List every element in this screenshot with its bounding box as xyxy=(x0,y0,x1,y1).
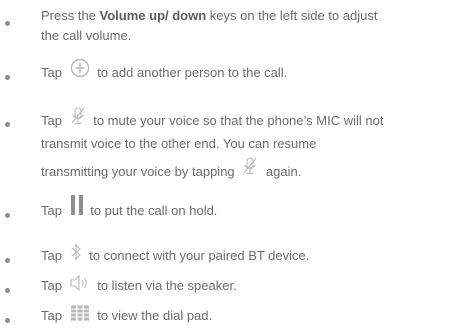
text-segment: to add another person to the call. xyxy=(97,65,288,80)
item-text: Tap to add another person to the call. xyxy=(41,58,465,84)
bullet xyxy=(5,21,10,26)
text-segment: Tap xyxy=(41,113,62,128)
speaker-icon xyxy=(70,274,90,297)
text-line: transmitting your voice by tapping again… xyxy=(41,157,302,184)
bluetooth-icon xyxy=(70,243,82,267)
text-segment: Tap xyxy=(41,308,62,323)
add-person-icon xyxy=(70,58,90,84)
bullet xyxy=(5,122,10,127)
bullet xyxy=(5,213,10,218)
text-segment: to mute your voice so that the phone’s M… xyxy=(93,113,384,128)
mute-mic-icon xyxy=(242,157,258,183)
text-segment: Tap xyxy=(41,278,62,293)
item-text: Tap to put the call on hold. xyxy=(41,194,465,222)
item-text: Press the Volume up/ down keys on the le… xyxy=(41,6,465,46)
text-segment: Tap xyxy=(41,248,62,263)
text-segment: the call volume. xyxy=(41,28,132,43)
bullet xyxy=(5,318,10,323)
text-segment: to listen via the speaker. xyxy=(97,278,237,293)
bullet xyxy=(5,75,10,80)
item-text: Tap to connect with your paired BT devic… xyxy=(41,243,465,267)
dial-pad-icon xyxy=(70,305,90,327)
text-segment: Tap xyxy=(41,65,62,80)
item-text: Tap to mute your voice so that the phone… xyxy=(41,107,465,184)
text-segment: transmitting your voice by tapping xyxy=(41,163,235,179)
mute-mic-icon xyxy=(70,107,86,133)
item-text: Tap to view the dial pad. xyxy=(41,305,465,327)
item-text: Tap to listen via the speaker. xyxy=(41,274,465,297)
hold-icon xyxy=(70,194,84,222)
bullet xyxy=(5,258,10,263)
text-segment: transmit voice to the other end. You can… xyxy=(41,135,317,151)
text-segment: Tap xyxy=(41,203,62,218)
text-segment: keys on the left side to adjust xyxy=(206,8,378,23)
text-segment: Press the xyxy=(41,8,100,23)
text-segment: to put the call on hold. xyxy=(90,203,218,218)
volume-keys-label: Volume up/ down xyxy=(99,8,207,23)
text-segment: to connect with your paired BT device. xyxy=(89,248,310,263)
text-segment: to view the dial pad. xyxy=(97,308,213,323)
instruction-list: Press the Volume up/ down keys on the le… xyxy=(0,0,469,336)
bullet xyxy=(5,288,10,293)
text-segment: again. xyxy=(265,163,302,179)
